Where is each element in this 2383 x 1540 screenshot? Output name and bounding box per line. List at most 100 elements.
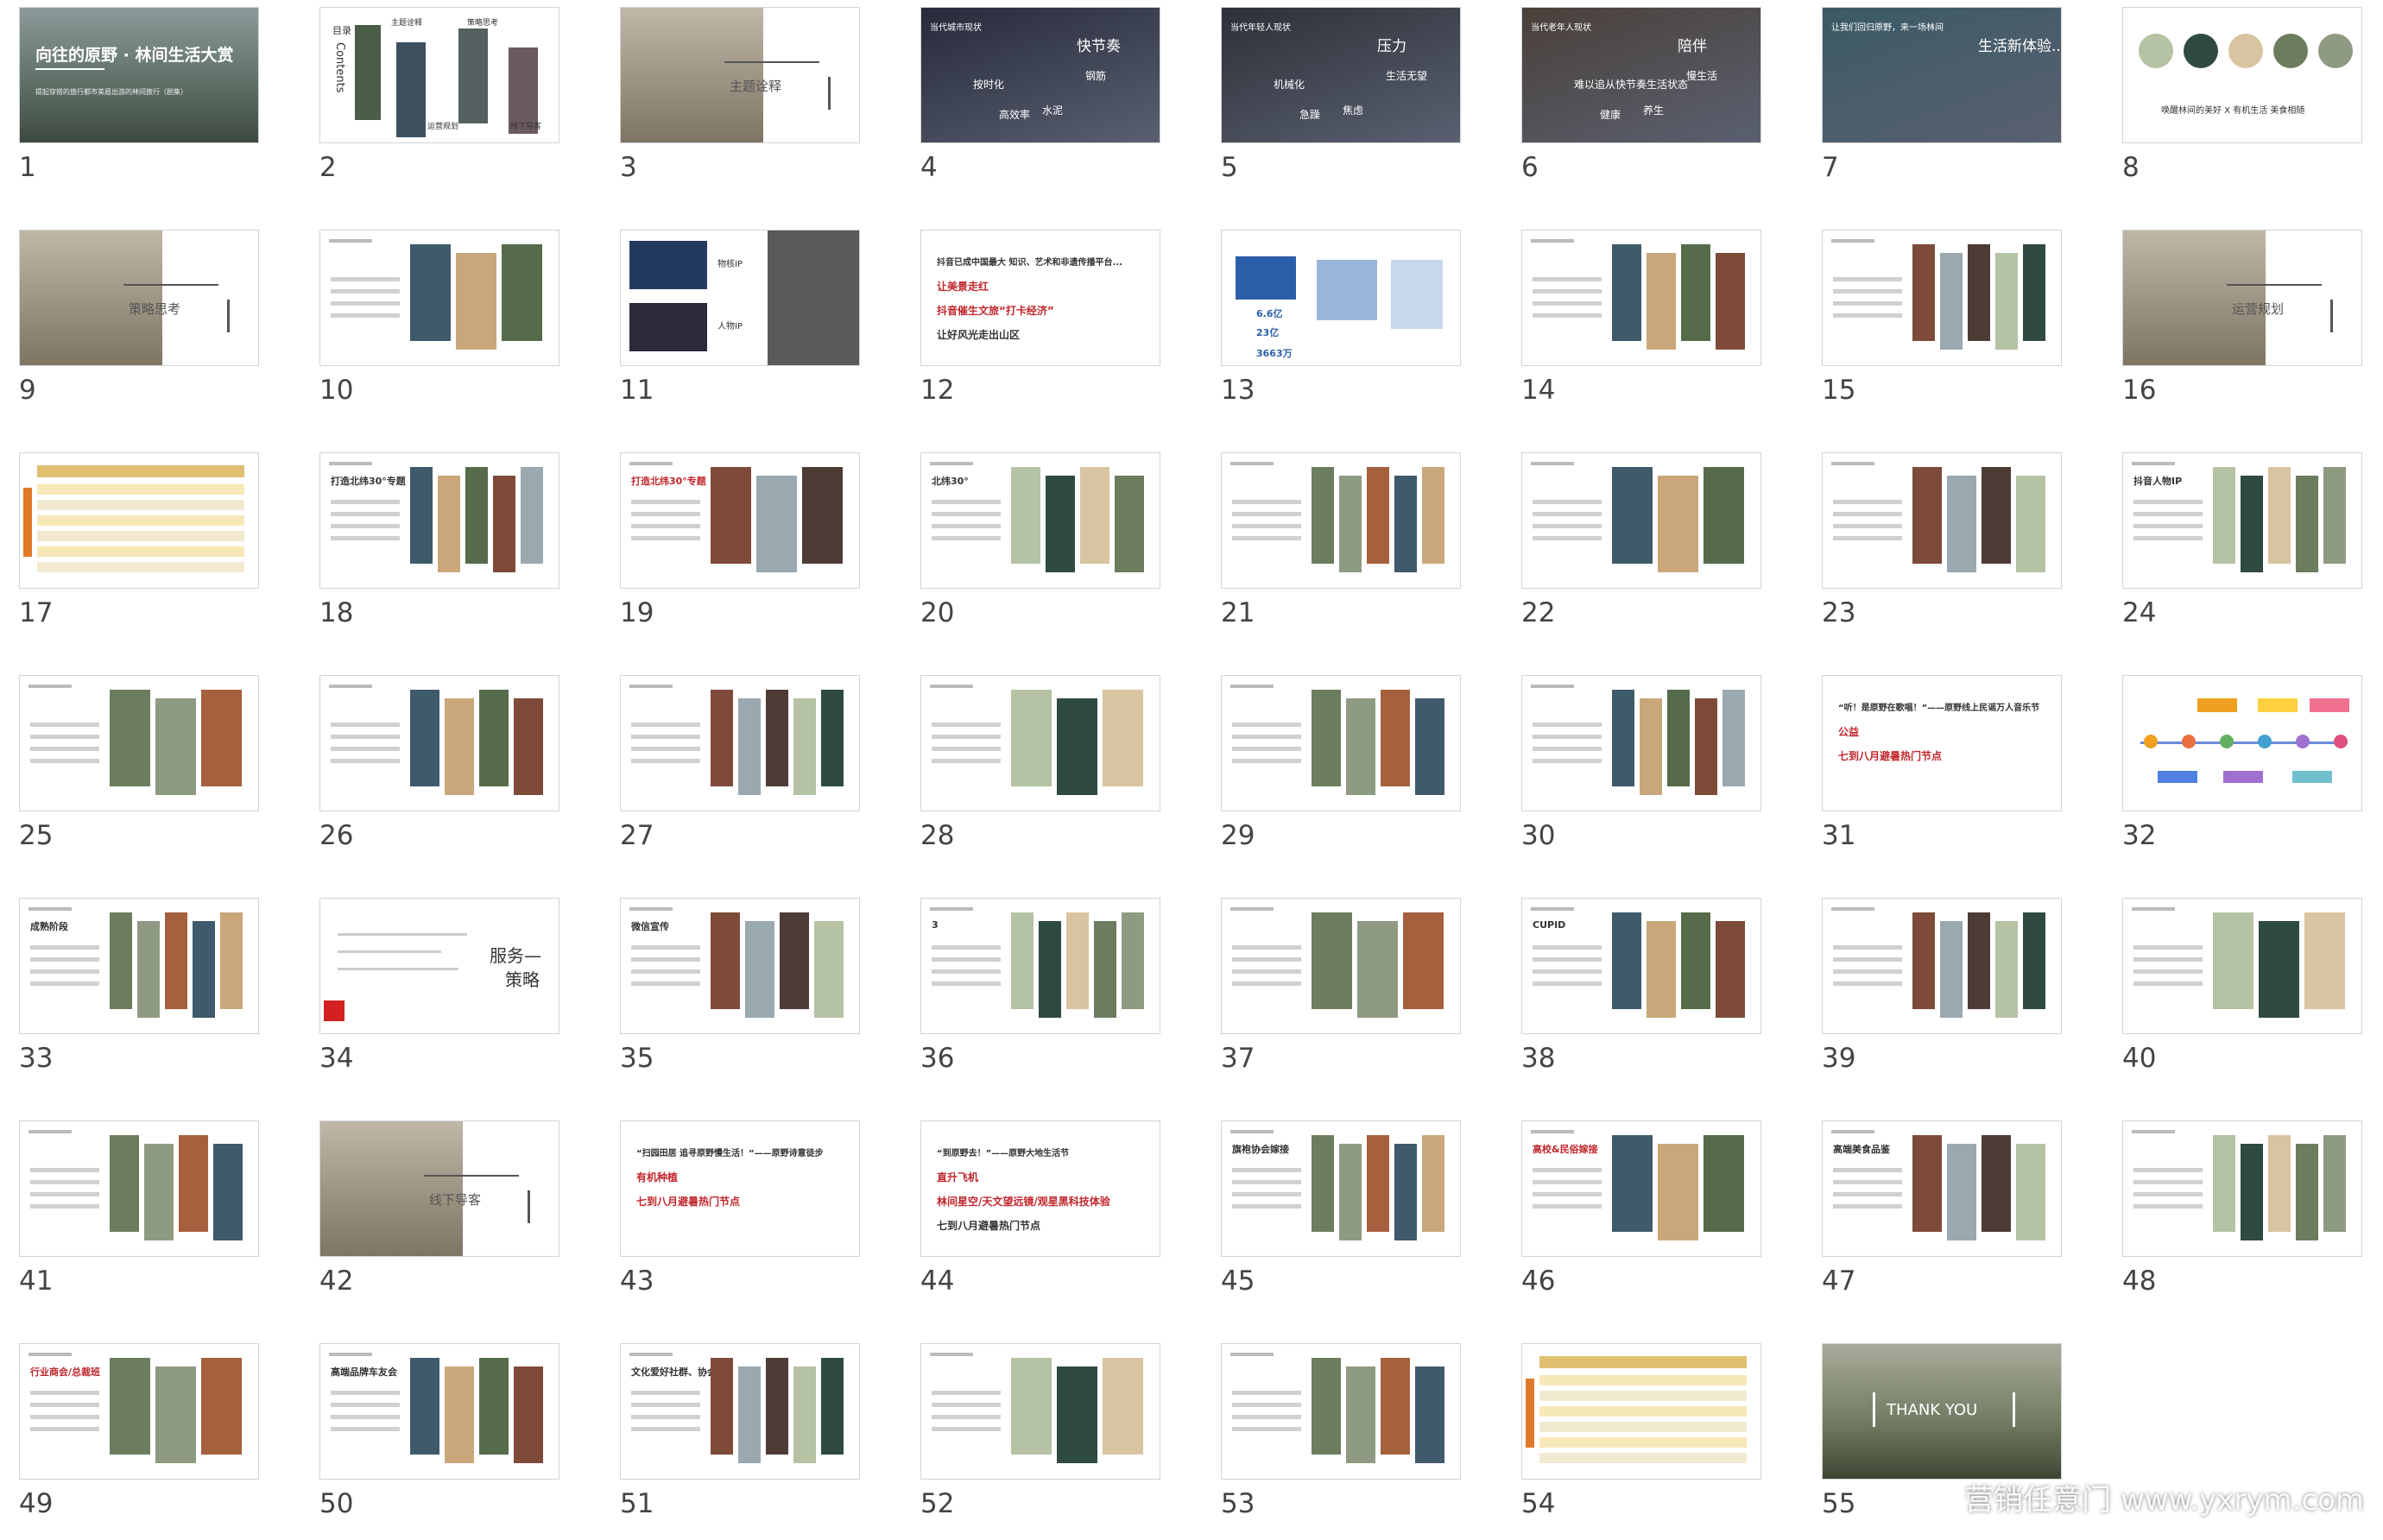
slide-thumbnail-46[interactable]: 高校&民俗嫁接 46 [1521,1120,1761,1317]
slide-preview[interactable]: 策略思考 [19,230,259,366]
slide-thumbnail-9[interactable]: 策略思考 9 [19,230,259,426]
slide-thumbnail-1[interactable]: 向往的原野 · 林间生活大赏 提起穿搭的旅行都市美眉出游的林间旅行（剧集） 1 [19,7,259,204]
slide-preview[interactable]: 行业商会/总裁班 [19,1343,259,1480]
slide-preview[interactable] [2122,1120,2362,1257]
slide-thumbnail-44[interactable]: “到原野去！”——原野大地生活节 直升飞机 林间星空/天文望远镜/观星黑科技体验 七到… [920,1120,1160,1317]
slide-thumbnail-3[interactable]: 主题诠释 3 [620,7,860,204]
slide-thumbnail-45[interactable]: 旗袍协会嫁接 45 [1221,1120,1461,1317]
slide-preview[interactable] [1521,1343,1761,1480]
slide-thumbnail-19[interactable]: 打造北纬30°专题 19 [620,452,860,649]
slide-preview[interactable] [1521,230,1761,366]
slide-preview[interactable] [1822,898,2062,1034]
slide-preview[interactable]: 抖音已成中国最大 知识、艺术和非遗传播平台... 让美景走红 抖音催生文旅“打卡经济… [920,230,1160,366]
slide-preview[interactable] [19,452,259,589]
slide-preview[interactable] [1221,452,1461,589]
slide-thumbnail-22[interactable]: 22 [1521,452,1761,649]
slide-preview[interactable] [920,1343,1160,1480]
slide-preview[interactable] [1822,230,2062,366]
slide-preview[interactable] [1822,452,2062,589]
slide-preview[interactable] [2122,898,2362,1034]
slide-thumbnail-36[interactable]: 321 36 [920,898,1160,1095]
slide-thumbnail-25[interactable]: 25 [19,675,259,872]
slide-thumbnail-39[interactable]: 39 [1822,898,2062,1095]
slide-preview[interactable] [1221,898,1461,1034]
slide-thumbnail-20[interactable]: 北纬30° 20 [920,452,1160,649]
slide-thumbnail-33[interactable]: 成熟阶段 33 [19,898,259,1095]
slide-thumbnail-31[interactable]: “听！是原野在歌唱！”——原野线上民谣万人音乐节 公益 七到八月避暑热门节点 31 [1822,675,2062,872]
slide-thumbnail-34[interactable]: 服务— 策略 34 [319,898,559,1095]
slide-thumbnail-13[interactable]: 6.6亿 23亿 3663万 13 [1221,230,1461,426]
slide-thumbnail-51[interactable]: 文化爱好社群、协会 51 [620,1343,860,1540]
slide-preview[interactable] [920,675,1160,811]
slide-preview[interactable] [319,675,559,811]
slide-thumbnail-53[interactable]: 53 [1221,1343,1461,1540]
slide-preview[interactable] [620,675,860,811]
slide-preview[interactable]: 主题诠释 [620,7,860,143]
slide-preview[interactable]: “听！是原野在歌唱！”——原野线上民谣万人音乐节 公益 七到八月避暑热门节点 [1822,675,2062,811]
slide-preview[interactable] [19,1120,259,1257]
slide-thumbnail-47[interactable]: 高端美食品鉴 47 [1822,1120,2062,1317]
slide-preview[interactable]: 321 [920,898,1160,1034]
slide-thumbnail-14[interactable]: 14 [1521,230,1761,426]
slide-thumbnail-41[interactable]: 41 [19,1120,259,1317]
slide-thumbnail-2[interactable]: 目录 Contents 主题诠释 策略思考 运营规划 线下导客 2 [319,7,559,204]
slide-preview[interactable]: CUPID [1521,898,1761,1034]
slide-preview[interactable]: 成熟阶段 [19,898,259,1034]
slide-thumbnail-40[interactable]: 40 [2122,898,2362,1095]
slide-preview[interactable]: 当代老年人现状 陪伴 慢生活 养生 健康 难以追从快节奏生活状态 [1521,7,1761,143]
slide-thumbnail-48[interactable]: 48 [2122,1120,2362,1317]
slide-preview[interactable] [19,675,259,811]
slide-preview[interactable]: 高端美食品鉴 [1822,1120,2062,1257]
slide-thumbnail-54[interactable]: 54 [1521,1343,1761,1540]
slide-preview[interactable]: 唤醒林间的美好 X 有机生活 美食相随 [2122,7,2362,143]
slide-thumbnail-32[interactable]: 32 [2122,675,2362,872]
slide-preview[interactable]: “扫园田居 追寻原野慢生活！”——原野诗意徒步 有机种植 七到八月避暑热门节点 [620,1120,860,1257]
slide-thumbnail-4[interactable]: 当代城市现状 快节奏 钢筋 水泥 高效率 按时化 4 [920,7,1160,204]
slide-thumbnail-28[interactable]: 28 [920,675,1160,872]
slide-thumbnail-15[interactable]: 15 [1822,230,2062,426]
slide-thumbnail-21[interactable]: 21 [1221,452,1461,649]
slide-preview[interactable]: THANK YOU [1822,1343,2062,1480]
slide-thumbnail-8[interactable]: 唤醒林间的美好 X 有机生活 美食相随 8 [2122,7,2362,204]
slide-preview[interactable] [319,230,559,366]
slide-preview[interactable]: 当代城市现状 快节奏 钢筋 水泥 高效率 按时化 [920,7,1160,143]
slide-preview[interactable]: 北纬30° [920,452,1160,589]
slide-thumbnail-42[interactable]: 线下导客 42 [319,1120,559,1317]
slide-thumbnail-16[interactable]: 运营规划 16 [2122,230,2362,426]
slide-thumbnail-12[interactable]: 抖音已成中国最大 知识、艺术和非遗传播平台... 让美景走红 抖音催生文旅“打卡经济… [920,230,1160,426]
slide-preview[interactable]: 运营规划 [2122,230,2362,366]
slide-preview[interactable]: 服务— 策略 [319,898,559,1034]
slide-thumbnail-26[interactable]: 26 [319,675,559,872]
slide-preview[interactable]: 当代年轻人现状 压力 生活无望 焦虑 急躁 机械化 [1221,7,1461,143]
slide-thumbnail-7[interactable]: 让我们回归原野，来一场林间 生活新体验... 7 [1822,7,2062,204]
slide-thumbnail-35[interactable]: 微信宣传 35 [620,898,860,1095]
slide-thumbnail-29[interactable]: 29 [1221,675,1461,872]
slide-thumbnail-11[interactable]: 物核IP 人物IP 11 [620,230,860,426]
slide-preview[interactable]: 文化爱好社群、协会 [620,1343,860,1480]
slide-thumbnail-24[interactable]: 抖音人物IP 24 [2122,452,2362,649]
slide-thumbnail-30[interactable]: 30 [1521,675,1761,872]
slide-preview[interactable]: 旗袍协会嫁接 [1221,1120,1461,1257]
slide-preview[interactable]: 线下导客 [319,1120,559,1257]
slide-thumbnail-52[interactable]: 52 [920,1343,1160,1540]
slide-thumbnail-5[interactable]: 当代年轻人现状 压力 生活无望 焦虑 急躁 机械化 5 [1221,7,1461,204]
slide-thumbnail-37[interactable]: 37 [1221,898,1461,1095]
slide-preview[interactable]: 打造北纬30°专题 [620,452,860,589]
slide-thumbnail-23[interactable]: 23 [1822,452,2062,649]
slide-thumbnail-10[interactable]: 10 [319,230,559,426]
slide-preview[interactable] [2122,675,2362,811]
slide-preview[interactable]: “到原野去！”——原野大地生活节 直升飞机 林间星空/天文望远镜/观星黑科技体验 七到… [920,1120,1160,1257]
slide-thumbnail-43[interactable]: “扫园田居 追寻原野慢生活！”——原野诗意徒步 有机种植 七到八月避暑热门节点 43 [620,1120,860,1317]
slide-thumbnail-27[interactable]: 27 [620,675,860,872]
slide-thumbnail-49[interactable]: 行业商会/总裁班 49 [19,1343,259,1540]
slide-preview[interactable]: 抖音人物IP [2122,452,2362,589]
slide-preview[interactable] [1521,675,1761,811]
slide-thumbnail-38[interactable]: CUPID 38 [1521,898,1761,1095]
slide-thumbnail-50[interactable]: 高端品牌车友会 50 [319,1343,559,1540]
slide-preview[interactable]: 6.6亿 23亿 3663万 [1221,230,1461,366]
slide-preview[interactable] [1221,675,1461,811]
slide-preview[interactable] [1521,452,1761,589]
slide-preview[interactable]: 物核IP 人物IP [620,230,860,366]
slide-preview[interactable]: 目录 Contents 主题诠释 策略思考 运营规划 线下导客 [319,7,559,143]
slide-preview[interactable]: 高端品牌车友会 [319,1343,559,1480]
